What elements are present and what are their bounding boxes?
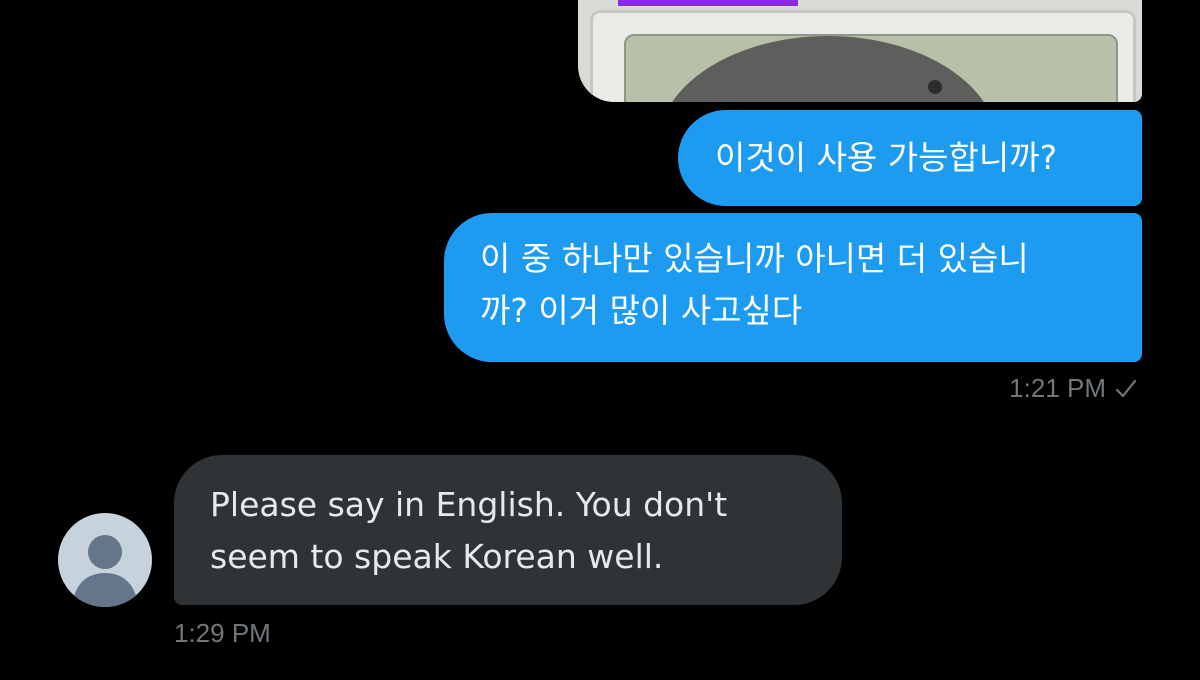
message-text: Please say in English. You don't seem to…	[210, 485, 728, 576]
conversation-thread: 이것이 사용 가능합니까? 이 중 하나만 있습니까 아니면 더 있습니 까? …	[0, 0, 1200, 680]
default-user-avatar-icon	[72, 535, 138, 607]
image-detail	[928, 80, 942, 94]
image-detail	[618, 0, 798, 6]
sent-message-bubble[interactable]: 이 중 하나만 있습니까 아니면 더 있습니 까? 이거 많이 사고싶다	[444, 213, 1142, 362]
checkmark-icon	[1114, 378, 1138, 400]
received-message-bubble[interactable]: Please say in English. You don't seem to…	[174, 455, 842, 605]
sent-message-bubble[interactable]: 이것이 사용 가능합니까?	[678, 110, 1142, 206]
received-timestamp: 1:29 PM	[174, 618, 271, 648]
message-text: 이 중 하나만 있습니까 아니면 더 있습니 까? 이거 많이 사고싶다	[480, 239, 1029, 330]
message-text: 이것이 사용 가능합니까?	[715, 138, 1058, 177]
contact-avatar[interactable]	[58, 513, 152, 607]
sent-timestamp: 1:21 PM	[1009, 373, 1106, 403]
sent-image-attachment[interactable]	[578, 0, 1142, 102]
